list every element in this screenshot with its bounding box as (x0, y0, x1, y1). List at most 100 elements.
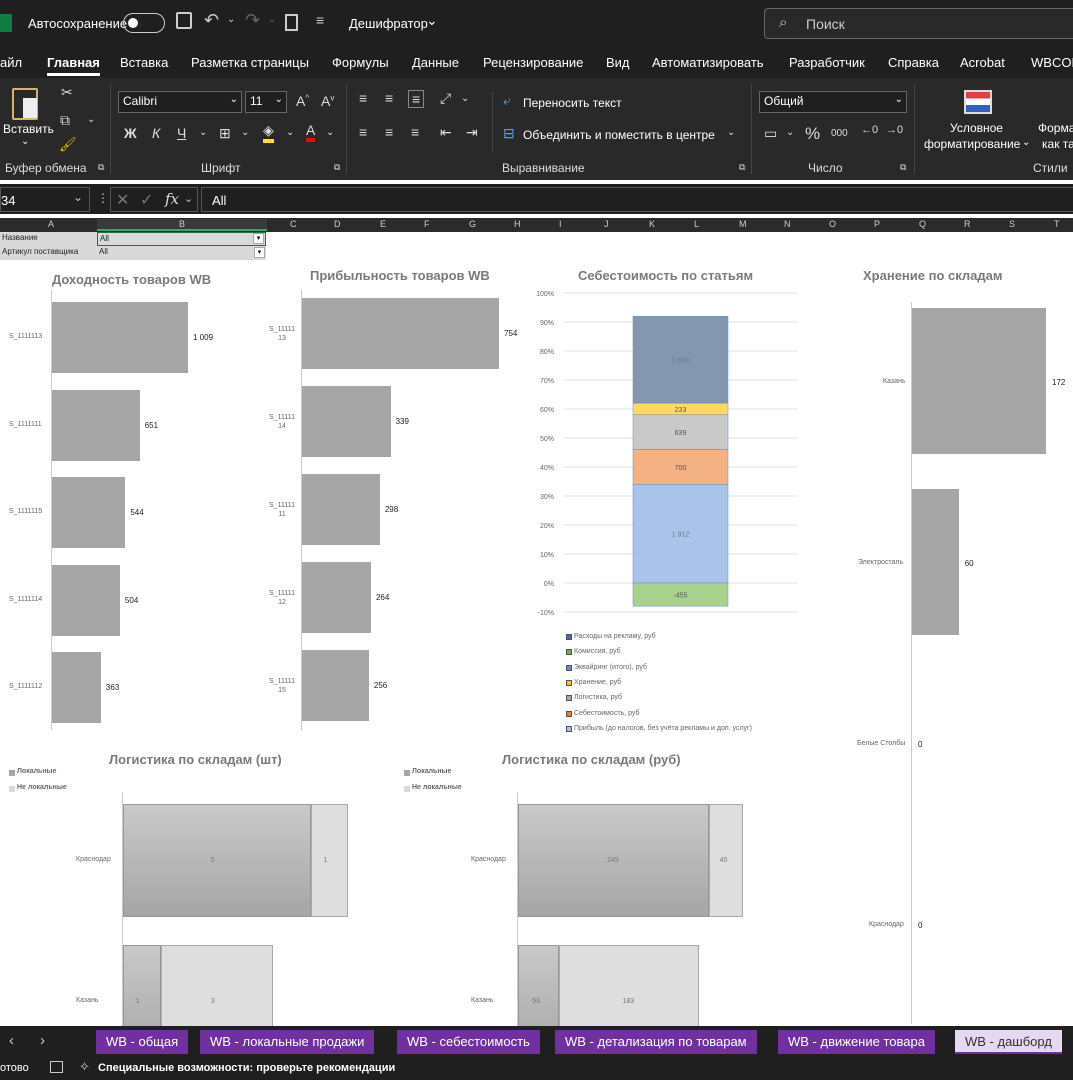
copy-icon[interactable]: ⧉ (60, 112, 70, 129)
accessibility-status[interactable]: Специальные возможности: проверьте реком… (98, 1062, 395, 1074)
increase-decimal-icon[interactable]: ←0 (861, 124, 878, 136)
worksheet[interactable]: Название All ▾ Артикул поставщика All ▾ До… (0, 232, 1073, 1026)
tab-page-layout[interactable]: Разметка страницы (191, 55, 309, 70)
cancel-icon[interactable]: ✕ (116, 190, 129, 210)
align-center-icon[interactable]: ≡ (385, 124, 393, 140)
font-launcher-icon[interactable]: ⧉ (334, 162, 340, 173)
increase-font-icon[interactable]: A^ (296, 93, 309, 109)
formula-input[interactable]: All (201, 187, 1073, 212)
column-header[interactable]: T (1054, 219, 1060, 229)
doc-name-chevron-icon[interactable]: ⌄ (426, 12, 438, 29)
tab-scroll-right-icon[interactable]: › (40, 1032, 45, 1049)
merge-center-icon[interactable]: ⊟ (503, 125, 515, 142)
merge-center-button[interactable]: Объединить и поместить в центре (523, 128, 715, 142)
font-size-select[interactable]: 11 ⌄ (245, 91, 287, 113)
undo-dropdown-icon[interactable]: ⌄ (227, 14, 235, 25)
paste-chevron-icon[interactable]: ⌄ (21, 136, 29, 147)
enter-icon[interactable]: ✓ (140, 190, 153, 210)
align-bottom-icon[interactable]: ≡ (408, 90, 425, 108)
alignment-launcher-icon[interactable]: ⧉ (739, 162, 745, 173)
decrease-decimal-icon[interactable]: →0 (886, 124, 903, 136)
tab-scroll-left-icon[interactable]: ‹ (9, 1032, 14, 1049)
underline-button[interactable]: Ч (177, 125, 186, 141)
copy-chevron-icon[interactable]: ⌄ (87, 114, 95, 125)
borders-chevron-icon[interactable]: ⌄ (241, 127, 249, 138)
format-as-table-button[interactable]: Форма (1038, 121, 1073, 135)
form-icon[interactable] (285, 14, 298, 31)
filter-value-name[interactable]: All ▾ (97, 232, 266, 246)
macro-record-icon[interactable] (50, 1061, 63, 1073)
column-header[interactable]: M (739, 219, 747, 229)
conditional-format-button-line2[interactable]: форматирование (924, 137, 1020, 151)
sheet-tab-cost[interactable]: WB - себестоимость (397, 1030, 540, 1054)
function-chevron-icon[interactable]: ⌄ (184, 192, 193, 205)
column-header[interactable]: N (784, 219, 791, 229)
tab-file[interactable]: айл (0, 55, 22, 70)
conditional-format-button[interactable]: Условное (950, 121, 1003, 135)
thousands-button[interactable]: 000 (831, 128, 848, 139)
fill-color-chevron-icon[interactable]: ⌄ (286, 127, 294, 138)
bold-button[interactable]: Ж (124, 125, 137, 141)
filter-value-article[interactable]: All ▾ (97, 246, 266, 260)
column-header[interactable]: D (334, 219, 341, 229)
align-middle-icon[interactable]: ≡ (385, 90, 393, 106)
tab-acrobat[interactable]: Acrobat (960, 55, 1005, 70)
tab-formulas[interactable]: Формулы (332, 55, 389, 70)
tab-view[interactable]: Вид (606, 55, 630, 70)
redo-icon[interactable]: ↷ (245, 10, 260, 31)
number-launcher-icon[interactable]: ⧉ (900, 162, 906, 173)
accessibility-icon[interactable]: ✧ (79, 1059, 90, 1075)
underline-chevron-icon[interactable]: ⌄ (199, 127, 207, 138)
sheet-tab-product-details[interactable]: WB - детализация по товарам (555, 1030, 757, 1054)
orientation-chevron-icon[interactable]: ⌄ (461, 93, 469, 104)
conditional-format-chevron-icon[interactable]: ⌄ (1022, 137, 1030, 148)
sheet-tab-local-sales[interactable]: WB - локальные продажи (200, 1030, 375, 1054)
column-header[interactable]: J (604, 219, 609, 229)
document-name[interactable]: Дешифратор (349, 16, 428, 31)
tab-insert[interactable]: Вставка (120, 55, 168, 70)
search-box[interactable]: ⌕ Поиск (764, 8, 1073, 39)
currency-icon[interactable]: ▭ (764, 125, 777, 142)
paste-button[interactable]: Вставить (3, 122, 54, 136)
conditional-format-icon[interactable] (964, 90, 992, 114)
format-as-table-button-line2[interactable]: как та (1042, 137, 1073, 151)
align-left-icon[interactable]: ≡ (359, 124, 367, 140)
column-header[interactable]: S (1009, 219, 1015, 229)
merge-chevron-icon[interactable]: ⌄ (727, 127, 735, 138)
column-header[interactable]: G (469, 219, 476, 229)
column-header[interactable]: L (694, 219, 699, 229)
tab-developer[interactable]: Разработчик (789, 55, 865, 70)
tab-data[interactable]: Данные (412, 55, 459, 70)
formula-bar-menu-icon[interactable]: ⋮ (97, 191, 109, 205)
tab-wbcon[interactable]: WBCON (1031, 55, 1073, 70)
percent-button[interactable]: % (805, 124, 820, 144)
format-painter-icon[interactable]: 🖌 (59, 136, 77, 153)
column-header[interactable]: A (48, 219, 54, 229)
filter-dropdown-icon[interactable]: ▾ (254, 247, 265, 258)
redo-dropdown-icon[interactable]: ⌄ (268, 14, 276, 25)
column-header[interactable]: E (380, 219, 386, 229)
column-header[interactable]: F (424, 219, 430, 229)
currency-chevron-icon[interactable]: ⌄ (786, 127, 794, 138)
column-header[interactable]: B (97, 219, 267, 231)
sheet-tab-dashboard[interactable]: WB - дашборд (955, 1030, 1062, 1054)
align-top-icon[interactable]: ≡ (359, 90, 367, 106)
orientation-icon[interactable]: ⤢ (440, 90, 451, 107)
paste-icon[interactable] (12, 88, 38, 120)
name-box-chevron-icon[interactable]: ⌄ (73, 190, 83, 204)
column-header[interactable]: I (559, 219, 562, 229)
tab-help[interactable]: Справка (888, 55, 939, 70)
filter-dropdown-icon[interactable]: ▾ (253, 233, 264, 244)
tab-review[interactable]: Рецензирование (483, 55, 583, 70)
sheet-tab-movement[interactable]: WB - движение товара (778, 1030, 935, 1054)
column-header[interactable]: C (290, 219, 297, 229)
tab-automate[interactable]: Автоматизировать (652, 55, 764, 70)
column-header[interactable]: O (829, 219, 836, 229)
align-right-icon[interactable]: ≡ (411, 124, 419, 140)
italic-button[interactable]: К (152, 125, 160, 141)
undo-icon[interactable]: ↶ (204, 10, 219, 31)
fill-color-icon[interactable]: ◈ (263, 122, 274, 143)
borders-icon[interactable]: ⊞ (219, 125, 231, 142)
column-header[interactable]: H (514, 219, 521, 229)
save-icon[interactable] (176, 12, 192, 29)
